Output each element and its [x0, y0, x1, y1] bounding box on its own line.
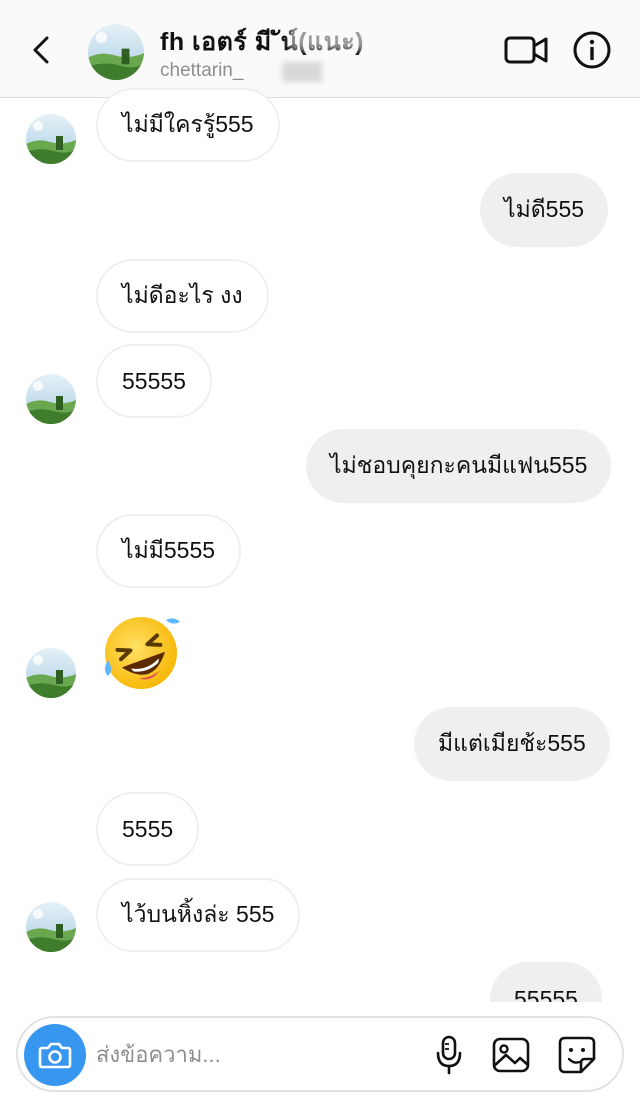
chevron-left-icon: [33, 36, 49, 64]
outgoing-message[interactable]: ไม่ชอบคุยกะคนมีแฟน555: [306, 429, 612, 503]
sticker-icon: [558, 1036, 596, 1074]
info-icon: [573, 31, 611, 69]
outgoing-message[interactable]: ไม่ดี555: [480, 173, 609, 247]
chat-header: fh เอตร์ มี ัน์(แนะ) chettarin_: [0, 0, 640, 98]
incoming-message[interactable]: 5555: [96, 792, 200, 866]
username-redaction: [282, 62, 322, 82]
incoming-message[interactable]: 55555: [96, 344, 212, 418]
contact-avatar[interactable]: [88, 24, 144, 80]
message-composer: [16, 1016, 624, 1092]
incoming-message[interactable]: ไม่ดีอะไร งง: [96, 259, 269, 333]
back-button[interactable]: [22, 30, 62, 70]
video-call-button[interactable]: [502, 28, 550, 72]
sender-avatar: [26, 114, 76, 164]
rolling-on-floor-laughing-emoji[interactable]: [100, 612, 182, 694]
sender-avatar: [26, 648, 76, 698]
name-redaction: [290, 22, 440, 50]
clipped-message-row: 55555: [0, 962, 640, 1002]
sticker-button[interactable]: [554, 1032, 600, 1078]
info-button[interactable]: [570, 28, 614, 72]
outgoing-message[interactable]: 55555: [490, 962, 602, 1002]
video-camera-icon: [504, 36, 548, 64]
outgoing-message[interactable]: มีแต่เมียช้ะ555: [414, 707, 610, 781]
sender-avatar: [26, 374, 76, 424]
incoming-message[interactable]: ไม่มี5555: [96, 514, 242, 588]
incoming-message[interactable]: ไว้บนหิ้งล่ะ 555: [96, 878, 301, 952]
gallery-button[interactable]: [488, 1032, 534, 1078]
incoming-message[interactable]: ไม่มีใครรู้555: [96, 88, 280, 162]
contact-username: chettarin_: [160, 60, 244, 81]
microphone-icon: [436, 1035, 462, 1075]
message-input[interactable]: [96, 1036, 396, 1074]
camera-icon: [38, 1042, 72, 1069]
image-icon: [492, 1037, 530, 1073]
camera-button[interactable]: [24, 1024, 86, 1086]
sender-avatar: [26, 902, 76, 952]
voice-message-button[interactable]: [426, 1032, 472, 1078]
